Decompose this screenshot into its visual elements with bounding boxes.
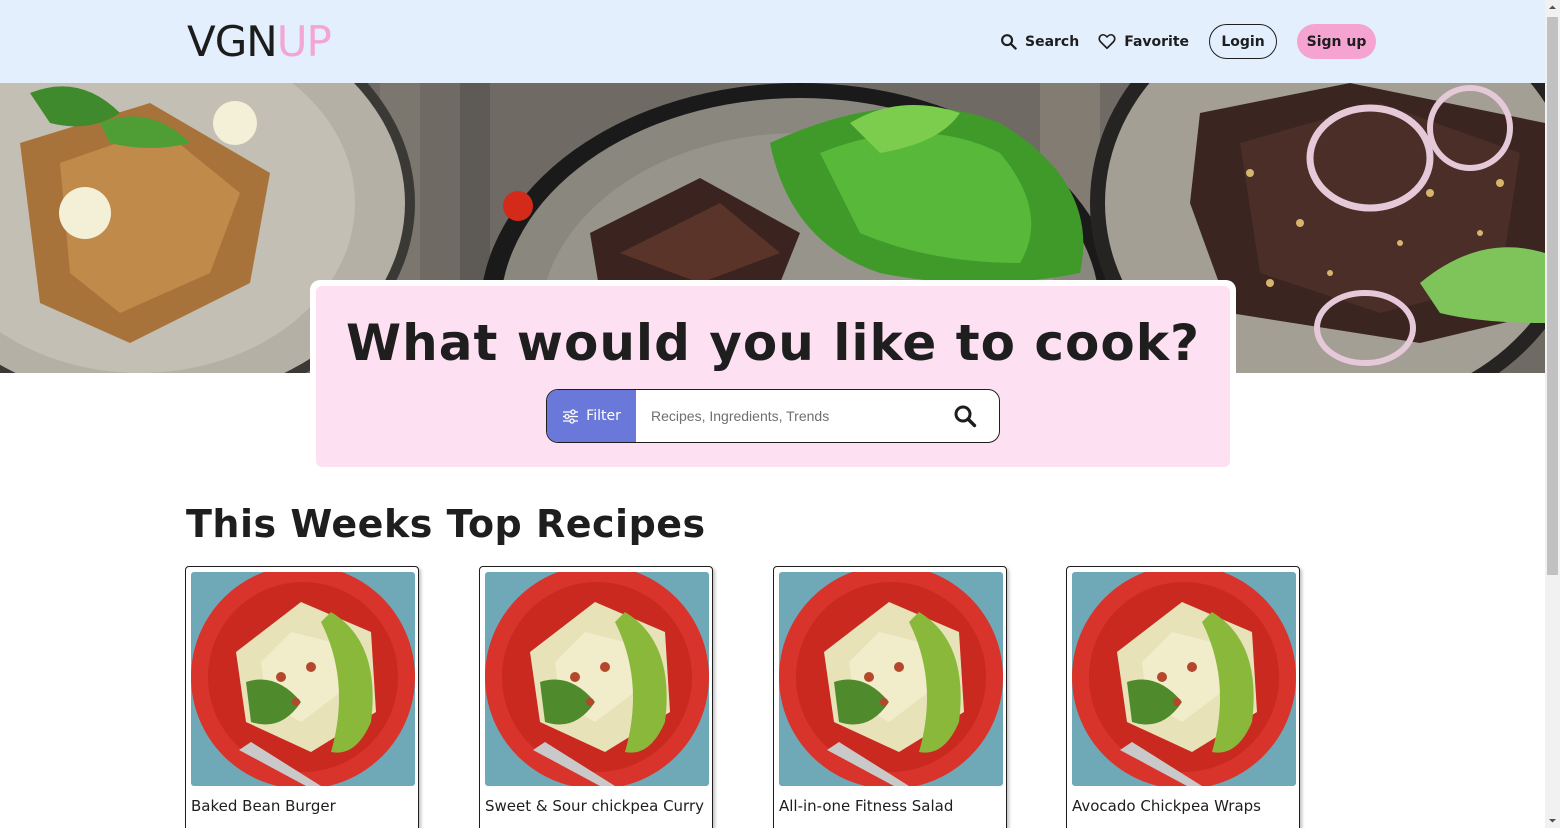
filter-button[interactable]: Filter — [547, 390, 636, 442]
search-input[interactable] — [651, 390, 941, 442]
signup-button[interactable]: Sign up — [1297, 24, 1377, 59]
scroll-down-arrow-icon[interactable] — [1545, 813, 1560, 828]
site-header: VGNUP Search Favorite Login Sign up — [0, 0, 1545, 83]
search-bar: Filter — [546, 389, 1000, 443]
section-title: This Weeks Top Recipes — [186, 502, 706, 546]
login-button[interactable]: Login — [1209, 24, 1278, 59]
nav-favorite-label: Favorite — [1124, 33, 1190, 50]
search-card: What would you like to cook? Filter — [310, 280, 1236, 473]
filter-label: Filter — [586, 408, 621, 424]
logo-text-accent: UP — [276, 17, 332, 66]
scroll-up-arrow-icon[interactable] — [1545, 0, 1560, 15]
recipe-card[interactable]: Baked Bean Burger — [185, 566, 419, 828]
nav-search-label: Search — [1025, 33, 1080, 50]
heart-icon — [1098, 33, 1116, 50]
search-icon — [1001, 34, 1017, 50]
recipe-image — [1072, 572, 1296, 786]
recipe-name: Avocado Chickpea Wraps — [1072, 797, 1261, 815]
hero-title: What would you like to cook? — [346, 314, 1200, 372]
sliders-icon — [563, 408, 579, 424]
recipe-card[interactable]: All-in-one Fitness Salad — [773, 566, 1007, 828]
logo-text-main: VGN — [187, 17, 278, 66]
logo[interactable]: VGNUP — [187, 17, 332, 66]
recipe-image — [485, 572, 709, 786]
recipe-card[interactable]: Avocado Chickpea Wraps — [1066, 566, 1300, 828]
scrollbar-thumb[interactable] — [1547, 17, 1558, 575]
search-card-inner: What would you like to cook? Filter — [316, 286, 1230, 467]
nav-search-link[interactable]: Search — [1000, 33, 1079, 50]
nav-favorite-link[interactable]: Favorite — [1098, 33, 1189, 50]
recipe-image — [779, 572, 1003, 786]
recipe-name: Baked Bean Burger — [191, 797, 336, 815]
recipe-name: Sweet & Sour chickpea Curry — [485, 797, 704, 815]
recipe-image — [191, 572, 415, 786]
top-nav: Search Favorite Login Sign up — [1000, 24, 1377, 59]
search-submit-icon[interactable] — [953, 404, 977, 428]
recipe-name: All-in-one Fitness Salad — [779, 797, 954, 815]
page-scrollbar[interactable] — [1545, 0, 1560, 828]
recipe-card[interactable]: Sweet & Sour chickpea Curry — [479, 566, 713, 828]
